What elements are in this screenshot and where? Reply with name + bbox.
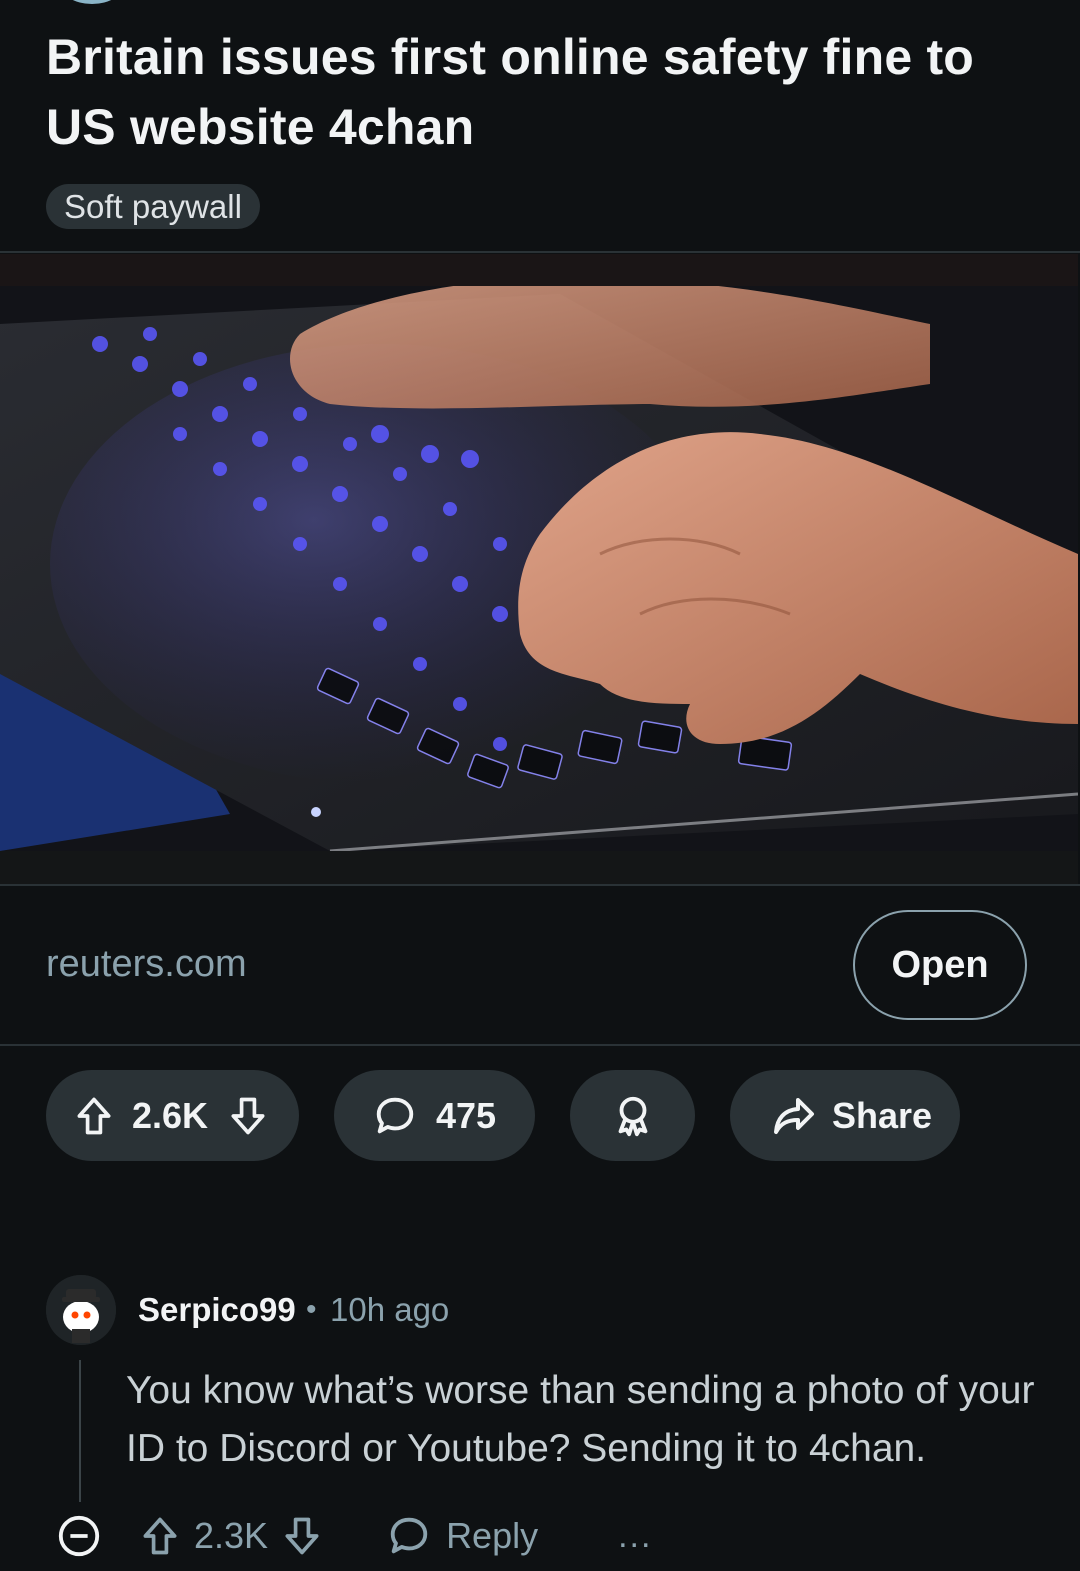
share-arrow-icon <box>770 1092 818 1140</box>
vote-control: 2.6K <box>46 1070 299 1161</box>
divider <box>0 884 1080 886</box>
post-title: Britain issues first online safety fine … <box>46 29 975 155</box>
award-ribbon-icon <box>610 1093 656 1139</box>
reply-button[interactable]: Reply <box>386 1513 538 1559</box>
reply-label: Reply <box>446 1515 539 1556</box>
vote-count: 2.6K <box>132 1094 209 1136</box>
comment-action-bar: 2.3K Reply ... <box>56 1508 652 1564</box>
collapse-minus-icon[interactable] <box>56 1513 106 1559</box>
article-thumbnail[interactable] <box>0 254 1078 884</box>
more-options-button[interactable]: ... <box>618 1517 652 1556</box>
meta-separator: • <box>306 1293 317 1326</box>
avatar[interactable] <box>46 1275 116 1345</box>
share-button[interactable]: Share <box>730 1070 960 1161</box>
thread-line[interactable] <box>79 1360 81 1502</box>
comment-author[interactable]: Serpico99 <box>138 1290 296 1330</box>
award-button[interactable] <box>570 1070 695 1161</box>
link-domain[interactable]: reuters.com <box>46 940 247 988</box>
comment-body: You know what’s worse than sending a pho… <box>126 1369 1035 1470</box>
comment-count: 475 <box>436 1094 497 1136</box>
upvote-arrow-icon[interactable] <box>72 1094 116 1138</box>
share-label: Share <box>832 1094 933 1136</box>
divider <box>0 251 1080 253</box>
comments-button[interactable]: 475 <box>334 1070 535 1161</box>
downvote-arrow-icon[interactable] <box>280 1514 324 1558</box>
keyboard-photo-illustration <box>0 254 1078 884</box>
comment-score: 2.3K <box>194 1515 269 1556</box>
downvote-arrow-icon[interactable] <box>226 1094 270 1138</box>
subreddit-avatar[interactable] <box>60 0 124 4</box>
speech-bubble-icon <box>386 1513 432 1559</box>
divider <box>0 1044 1080 1046</box>
upvote-arrow-icon[interactable] <box>138 1514 182 1558</box>
comment-timestamp: 10h ago <box>330 1291 450 1328</box>
post-flair[interactable]: Soft paywall <box>46 184 260 229</box>
speech-bubble-icon <box>372 1093 418 1139</box>
open-link-button[interactable]: Open <box>853 910 1027 1020</box>
snoo-avatar-icon <box>46 1275 116 1345</box>
